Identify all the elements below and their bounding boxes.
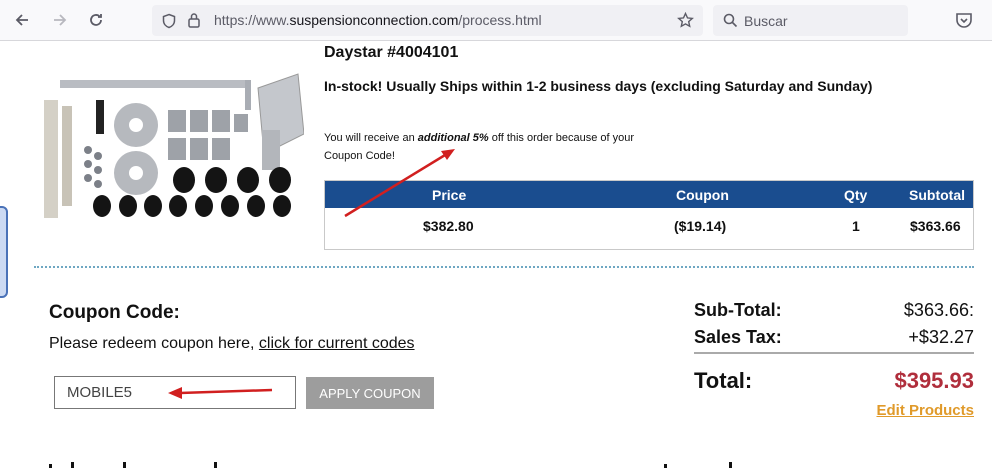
note-emphasis: additional 5% — [417, 132, 489, 144]
coupon-code-input[interactable] — [54, 376, 296, 409]
header-coupon: Coupon — [676, 187, 729, 203]
url-path: /process.html — [458, 12, 542, 28]
cell-qty: 1 — [852, 218, 860, 234]
apply-coupon-button[interactable]: APPLY COUPON — [306, 377, 434, 409]
summary-divider — [694, 352, 974, 354]
lock-icon[interactable] — [187, 12, 201, 28]
arrow-left-icon — [15, 14, 28, 26]
cell-price: $382.80 — [423, 218, 474, 234]
subtotal-value: $363.66: — [903, 300, 974, 320]
sales-tax-value: +$32.27 — [908, 327, 974, 347]
header-qty: Qty — [844, 187, 868, 203]
sales-tax-label: Sales Tax: — [694, 327, 782, 347]
total-label: Total: — [694, 368, 753, 393]
section-divider — [34, 266, 974, 268]
side-panel-tab[interactable] — [0, 206, 8, 298]
back-button[interactable] — [10, 8, 34, 32]
arrow-right-icon — [54, 14, 67, 26]
shield-icon[interactable] — [161, 13, 177, 29]
redeem-prompt: Please redeem coupon here, — [49, 335, 259, 352]
redeem-text: Please redeem coupon here, click for cur… — [49, 335, 415, 353]
coupon-code-label: Coupon Code: — [49, 302, 180, 323]
table-row: $382.80 ($19.14) 1 $363.66 — [325, 209, 973, 249]
price-table: Price Coupon Qty Subtotal $382.80 ($19.1… — [324, 180, 974, 250]
url-domain: suspensionconnection.com — [289, 12, 459, 28]
stock-status: In-stock! Usually Ships within 1-2 busin… — [324, 78, 873, 94]
price-table-header: Price Coupon Qty Subtotal — [325, 181, 973, 208]
forward-button[interactable] — [48, 8, 72, 32]
address-bar[interactable]: https://www.suspensionconnection.com/pro… — [152, 5, 703, 36]
pocket-icon[interactable] — [955, 12, 973, 29]
subtotal-label: Sub-Total: — [694, 300, 782, 320]
search-placeholder: Buscar — [744, 13, 788, 29]
reload-icon — [90, 14, 102, 26]
edit-products-link[interactable]: Edit Products — [876, 402, 974, 419]
product-title: Daystar #4004101 — [324, 44, 459, 61]
reload-button[interactable] — [84, 8, 108, 32]
url-prefix: https://www. — [214, 12, 290, 28]
note-text-pre: You will receive an — [324, 132, 418, 144]
header-price: Price — [432, 187, 467, 203]
cell-subtotal: $363.66 — [910, 218, 961, 234]
search-bar[interactable]: Buscar — [713, 5, 908, 36]
cut-off-heading — [49, 454, 749, 468]
coupon-discount-note: You will receive an additional 5% off th… — [324, 129, 644, 165]
header-subtotal: Subtotal — [909, 187, 965, 203]
cell-coupon: ($19.14) — [674, 218, 727, 234]
total-value: $395.93 — [894, 368, 974, 393]
browser-toolbar: https://www.suspensionconnection.com/pro… — [0, 0, 992, 41]
url-text: https://www.suspensionconnection.com/pro… — [214, 12, 542, 28]
current-codes-link[interactable]: click for current codes — [259, 335, 415, 352]
search-icon — [723, 13, 738, 28]
product-image — [44, 73, 304, 218]
cut-off-heading-glyphs — [49, 462, 732, 468]
star-icon[interactable] — [677, 12, 694, 29]
